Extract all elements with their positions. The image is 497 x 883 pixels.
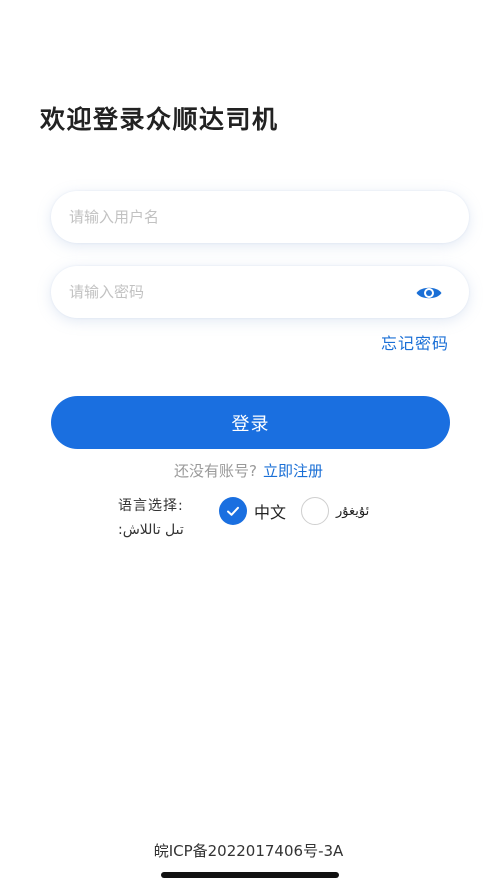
register-prompt: 还没有账号? [174,462,257,480]
register-row: 还没有账号? 立即注册 [0,460,497,481]
language-label: 语言选择: تىل تاللاش: [118,494,208,542]
icp-license-text: 皖ICP备2022017406号-3A [153,842,344,860]
language-option-uyghur[interactable]: ئۇيغۇر [301,497,369,525]
register-link[interactable]: 立即注册 [263,462,323,480]
language-option-label: 中文 [254,503,287,522]
language-label-zh: 语言选择: [118,498,184,514]
eye-icon[interactable] [415,284,443,302]
radio-checked-icon[interactable] [219,497,247,525]
radio-unchecked-icon[interactable] [301,497,329,525]
home-indicator[interactable] [161,872,339,878]
password-input[interactable] [69,266,409,318]
username-field[interactable] [51,191,469,243]
forgot-password-link[interactable]: 忘记密码 [381,330,449,354]
language-label-ug: تىل تاللاش: [118,522,184,538]
page-title: 欢迎登录众顺达司机 [40,105,279,134]
username-input[interactable] [69,191,409,243]
language-option-label: ئۇيغۇر [336,503,370,519]
login-button[interactable]: 登录 [51,396,450,449]
language-option-chinese[interactable]: 中文 [219,497,286,525]
password-field[interactable] [51,266,469,318]
